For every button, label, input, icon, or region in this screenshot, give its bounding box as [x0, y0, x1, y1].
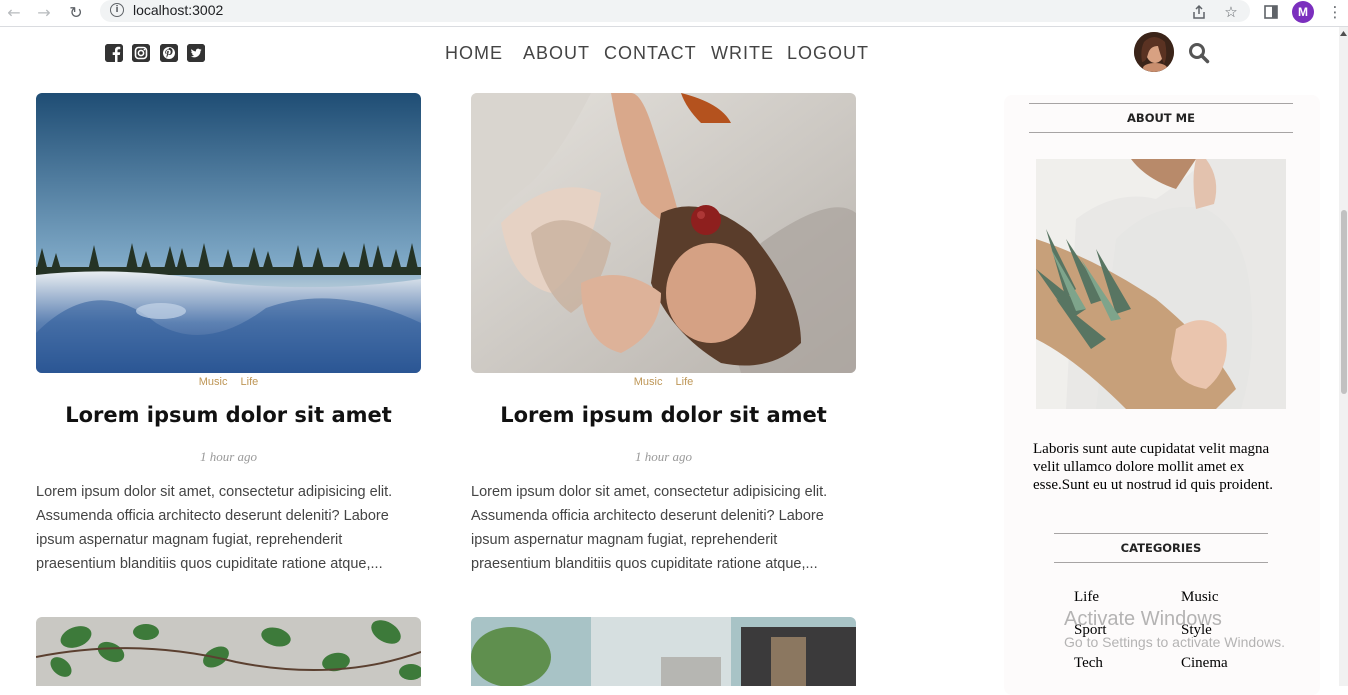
nav-write-link[interactable]: WRITE	[711, 43, 774, 64]
about-text: Laboris sunt aute cupidatat velit magna …	[1033, 441, 1273, 493]
post-date: 1 hour ago	[199, 449, 258, 464]
facebook-icon[interactable]	[105, 44, 123, 62]
nav-logout-link[interactable]: LOGOUT	[787, 43, 869, 64]
instagram-icon[interactable]	[132, 44, 150, 62]
post-description: Lorem ipsum dolor sit amet, consectetur …	[471, 484, 828, 572]
post-image[interactable]	[36, 93, 421, 373]
scroll-up-arrow-icon[interactable]	[1340, 30, 1347, 38]
post-categories: Music Life	[36, 376, 421, 388]
activate-windows-subtitle: Go to Settings to activate Windows.	[1064, 634, 1285, 650]
post-image[interactable]	[471, 617, 856, 686]
activate-windows-title: Activate Windows	[1064, 608, 1222, 630]
search-icon[interactable]	[1188, 42, 1210, 64]
address-bar[interactable]: i localhost:3002	[100, 0, 1250, 22]
sidebar-category-item[interactable]: Music	[1181, 589, 1219, 606]
post-title[interactable]: Lorem ipsum dolor sit amet	[36, 403, 421, 427]
post-description: Lorem ipsum dolor sit amet, consectetur …	[36, 484, 393, 572]
category-tag[interactable]: Life	[241, 376, 259, 388]
kebab-menu-icon[interactable]: ⋮	[1325, 2, 1345, 22]
browser-toolbar: ← → ↻ i localhost:3002 ☆ M ⋮	[0, 0, 1348, 27]
post-image[interactable]	[471, 93, 856, 373]
share-icon[interactable]	[1189, 2, 1209, 22]
post-categories: Music Life	[471, 376, 856, 388]
nav-home-link[interactable]: HOME	[445, 43, 503, 64]
scrollbar-thumb[interactable]	[1341, 210, 1347, 394]
post-title[interactable]: Lorem ipsum dolor sit amet	[471, 403, 856, 427]
user-avatar[interactable]	[1134, 32, 1174, 72]
sidebar-category-item[interactable]: Life	[1074, 589, 1099, 606]
category-tag[interactable]: Music	[634, 376, 663, 388]
forward-arrow-icon[interactable]: →	[34, 2, 54, 22]
star-icon[interactable]: ☆	[1221, 2, 1241, 22]
sidebar-category-item[interactable]: Cinema	[1181, 655, 1228, 672]
category-tag[interactable]: Music	[199, 376, 228, 388]
post-image[interactable]	[36, 617, 421, 686]
category-tag[interactable]: Life	[676, 376, 694, 388]
top-navigation: HOME ABOUT CONTACT WRITE LOGOUT	[0, 27, 1338, 81]
profile-avatar[interactable]: M	[1292, 1, 1314, 23]
back-arrow-icon[interactable]: ←	[4, 2, 24, 22]
reload-icon[interactable]: ↻	[66, 2, 86, 22]
post-date: 1 hour ago	[634, 449, 693, 464]
about-image	[1036, 159, 1286, 409]
nav-contact-link[interactable]: CONTACT	[604, 43, 697, 64]
url-text[interactable]: localhost:3002	[133, 2, 223, 18]
sidebar-category-item[interactable]: Tech	[1074, 655, 1103, 672]
sidebar-icon[interactable]	[1261, 2, 1281, 22]
about-me-title: ABOUT ME	[1029, 103, 1293, 133]
categories-title: CATEGORIES	[1054, 533, 1268, 563]
twitter-icon[interactable]	[187, 44, 205, 62]
nav-about-link[interactable]: ABOUT	[523, 43, 590, 64]
sidebar: ABOUT ME Laboris sunt aute cupidatat vel…	[1004, 95, 1320, 695]
pinterest-icon[interactable]	[160, 44, 178, 62]
site-info-icon[interactable]: i	[110, 3, 124, 17]
